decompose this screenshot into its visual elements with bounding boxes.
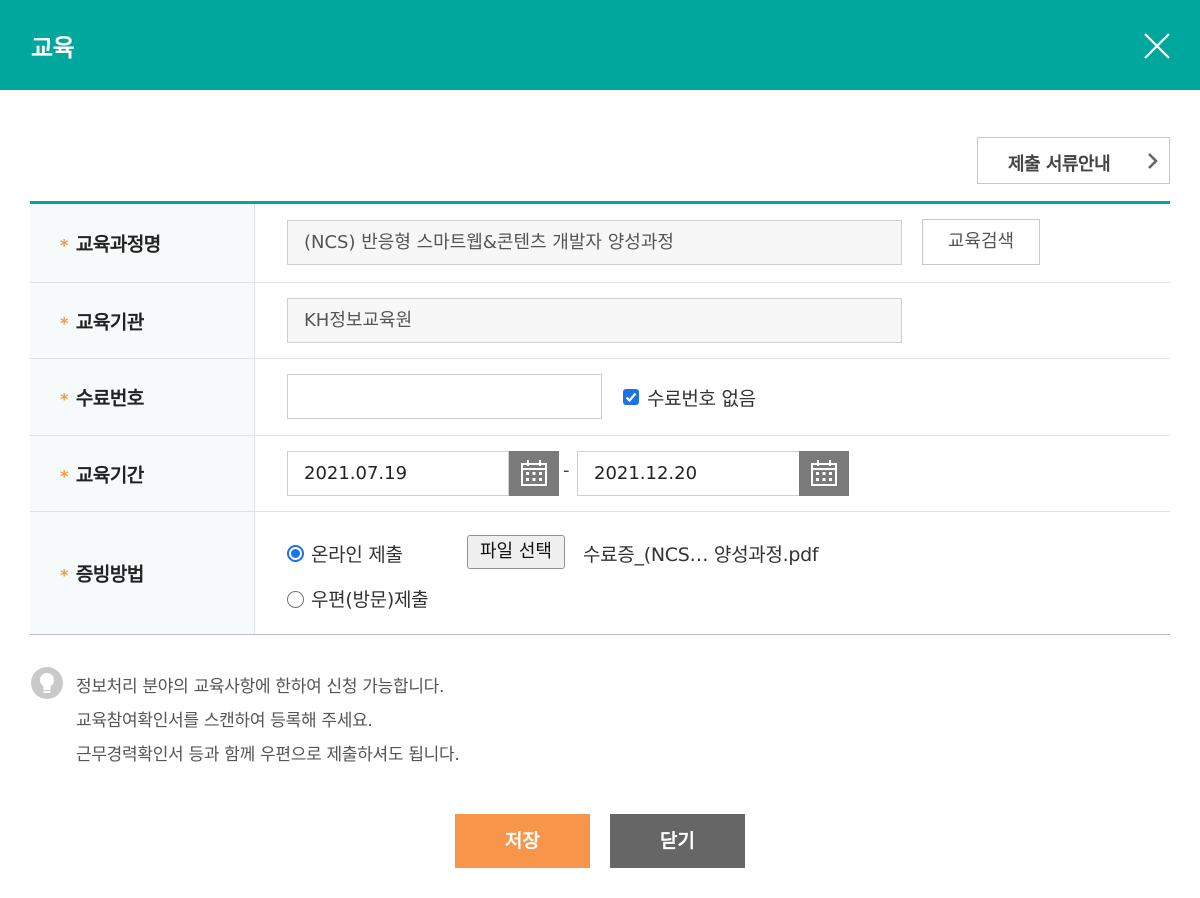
proof-method-label: 증빙방법 bbox=[75, 563, 144, 586]
course-name-label: 교육과정명 bbox=[75, 233, 161, 256]
row-certificate-number: * 수료번호 수료번호 없음 bbox=[30, 359, 1170, 436]
required-mark: * bbox=[60, 565, 68, 585]
modal-title: 교육 bbox=[31, 34, 75, 62]
end-date-calendar-button[interactable] bbox=[799, 451, 849, 496]
row-course-name: * 교육과정명 (NCS) 반응형 스마트웹&콘텐츠 개발자 양성과정 교육검색 bbox=[30, 204, 1170, 283]
document-guide-button[interactable]: 제출 서류안내 bbox=[977, 137, 1170, 184]
mail-submit-label: 우편(방문)제출 bbox=[311, 589, 429, 611]
required-mark: * bbox=[60, 389, 68, 409]
row-education-period: * 교육기간 2021.07.19 - 2021.12.20 bbox=[30, 436, 1170, 512]
required-mark: * bbox=[60, 235, 68, 255]
start-date-calendar-button[interactable] bbox=[509, 451, 559, 496]
course-search-button[interactable]: 교육검색 bbox=[922, 219, 1040, 265]
notice-line: 정보처리 분야의 교육사항에 한하여 신청 가능합니다. bbox=[76, 677, 445, 697]
notice-line: 근무경력확인서 등과 함께 우편으로 제출하셔도 됩니다. bbox=[76, 745, 460, 765]
start-date-input[interactable]: 2021.07.19 bbox=[287, 451, 509, 496]
save-button[interactable]: 저장 bbox=[455, 814, 590, 868]
no-certificate-number-checkbox[interactable] bbox=[623, 389, 639, 405]
mail-submit-radio[interactable] bbox=[287, 591, 304, 608]
notice-line: 교육참여확인서를 스캔하여 등록해 주세요. bbox=[76, 711, 373, 731]
row-proof-method: * 증빙방법 온라인 제출 파일 선택 수료증_(NCS… 양성과정.pdf 우편… bbox=[30, 512, 1170, 634]
online-submit-radio[interactable] bbox=[287, 545, 304, 562]
institution-field[interactable]: KH정보교육원 bbox=[287, 298, 902, 343]
document-guide-label: 제출 서류안내 bbox=[1008, 154, 1111, 175]
certificate-number-input[interactable] bbox=[287, 374, 602, 419]
end-date-input[interactable]: 2021.12.20 bbox=[577, 451, 800, 496]
selected-file-name: 수료증_(NCS… 양성과정.pdf bbox=[583, 544, 819, 566]
online-submit-label: 온라인 제출 bbox=[311, 544, 403, 566]
required-mark: * bbox=[60, 313, 68, 332]
modal-header: 교육 bbox=[0, 0, 1200, 90]
institution-label: 교육기관 bbox=[75, 311, 144, 333]
close-icon[interactable] bbox=[1138, 27, 1176, 65]
certificate-number-label: 수료번호 bbox=[75, 387, 144, 410]
chevron-right-icon bbox=[1146, 151, 1160, 171]
education-form: * 교육과정명 (NCS) 반응형 스마트웹&콘텐츠 개발자 양성과정 교육검색 … bbox=[30, 201, 1170, 635]
no-certificate-number-label: 수료번호 없음 bbox=[647, 388, 756, 410]
date-separator: - bbox=[563, 460, 570, 481]
required-mark: * bbox=[60, 466, 68, 485]
lightbulb-icon bbox=[30, 666, 64, 700]
file-select-button[interactable]: 파일 선택 bbox=[467, 535, 565, 569]
row-institution: * 교육기관 KH정보교육원 bbox=[30, 283, 1170, 359]
education-period-label: 교육기간 bbox=[75, 464, 144, 486]
course-name-field[interactable]: (NCS) 반응형 스마트웹&콘텐츠 개발자 양성과정 bbox=[287, 220, 902, 265]
close-button[interactable]: 닫기 bbox=[610, 814, 745, 868]
